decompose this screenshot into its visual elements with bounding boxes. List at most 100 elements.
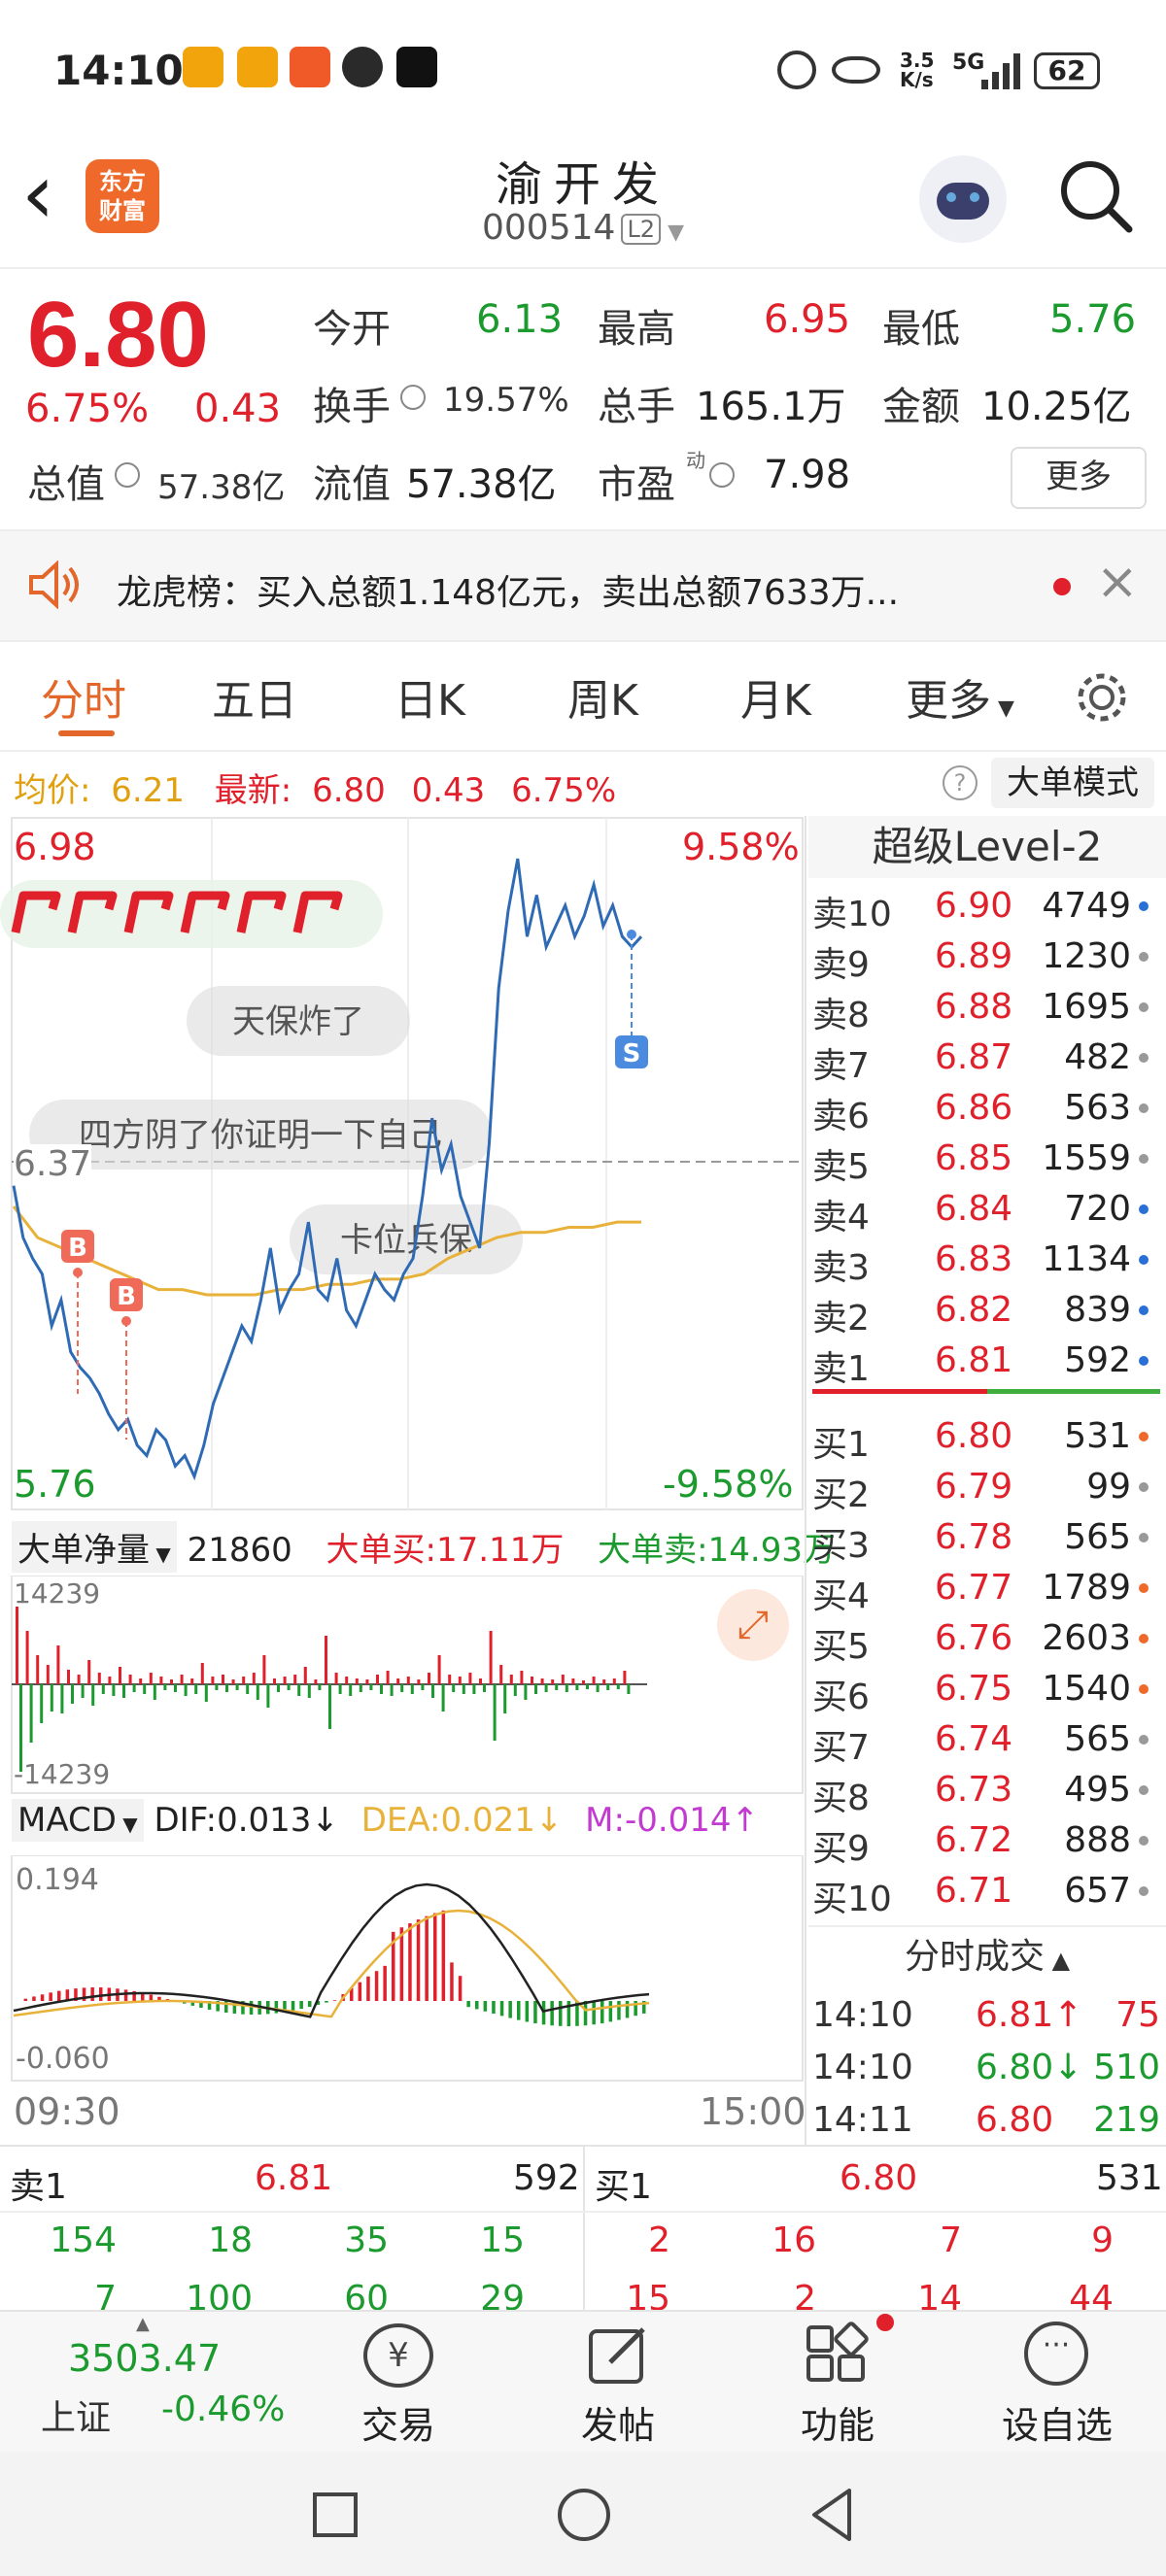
order-level[interactable]: 买8 6.73 495	[812, 1764, 1166, 1818]
level-volume: 1695	[1042, 987, 1131, 1027]
tab-more[interactable]: 更多 ▼	[906, 665, 1014, 728]
index-change[interactable]: -0.46%	[161, 2390, 285, 2429]
order-level[interactable]: 卖7 6.87 482	[812, 1032, 1166, 1086]
order-level[interactable]: 买7 6.74 565	[812, 1713, 1166, 1768]
info-icon[interactable]	[115, 462, 140, 488]
order-level[interactable]: 卖5 6.85 1559	[812, 1133, 1166, 1187]
order-level[interactable]: 卖1 6.81 592	[812, 1335, 1166, 1389]
function-icon[interactable]	[803, 2322, 873, 2390]
help-icon[interactable]: ?	[943, 765, 977, 800]
back-nav-button[interactable]	[808, 2487, 855, 2543]
level-dot	[1139, 1836, 1149, 1846]
level-dot	[1139, 1356, 1149, 1366]
stock-code[interactable]: 000514 L2 ▼	[418, 208, 748, 248]
big-order-selector[interactable]: 大单净量 ▼	[12, 1521, 177, 1573]
tab-weekly[interactable]: 周K	[567, 665, 638, 728]
level-label: 买1	[812, 1425, 870, 1465]
order-level[interactable]: 买5 6.76 2603	[812, 1612, 1166, 1667]
order-level[interactable]: 卖2 6.82 839	[812, 1284, 1166, 1339]
signal-icon	[981, 53, 1020, 89]
level-price: 6.82	[935, 1290, 1013, 1330]
big-order-mode-button[interactable]: 大单模式	[991, 758, 1154, 808]
level-dot	[1139, 1305, 1149, 1315]
mktcap-label: 总值	[27, 462, 105, 507]
expand-icon[interactable]: ⤢	[717, 1589, 789, 1661]
level2-title[interactable]: 超级Level-2	[808, 816, 1166, 878]
level-volume: 1559	[1042, 1138, 1131, 1178]
order-level[interactable]: 买2 6.79 99	[812, 1461, 1166, 1515]
info-icon[interactable]	[709, 462, 735, 488]
tab-5day[interactable]: 五日	[212, 665, 297, 728]
level-volume: 4749	[1042, 886, 1131, 926]
order-level[interactable]: 卖4 6.84 720	[812, 1183, 1166, 1237]
queue-ask-price: 6.81	[255, 2158, 333, 2198]
order-level[interactable]: 卖6 6.86 563	[812, 1082, 1166, 1136]
close-icon[interactable]: ×	[1096, 553, 1139, 611]
order-level[interactable]: 买1 6.80 531	[812, 1410, 1166, 1465]
order-level[interactable]: 买9 6.72 888	[812, 1814, 1166, 1869]
queue-order: 18	[208, 2220, 253, 2260]
order-level[interactable]: 卖9 6.89 1230	[812, 931, 1166, 985]
collapse-caret[interactable]: ▲	[136, 2314, 150, 2334]
recents-button[interactable]	[313, 2492, 358, 2537]
tick-row: 14:11 6.80 219	[812, 2094, 1166, 2145]
tab-intraday[interactable]: 分时	[41, 665, 126, 728]
trade-icon[interactable]: ¥	[363, 2323, 433, 2388]
level-volume: 565	[1064, 1719, 1131, 1759]
active-tab-indicator	[58, 730, 115, 736]
order-level[interactable]: 买3 6.78 565	[812, 1511, 1166, 1566]
level-volume: 495	[1064, 1770, 1131, 1810]
gear-icon[interactable]	[1075, 670, 1129, 725]
robot-assistant-icon[interactable]	[919, 155, 1007, 243]
tiktok-icon	[396, 47, 437, 87]
tab-monthly[interactable]: 月K	[740, 665, 811, 728]
order-level[interactable]: 买10 6.71 657	[812, 1865, 1166, 1919]
notice-text: 龙虎榜：买入总额1.148亿元，卖出总额7633万...	[117, 573, 900, 613]
level-price: 6.76	[935, 1618, 1013, 1658]
level-dot	[1139, 1634, 1149, 1644]
ticks-title[interactable]: 分时成交 ▲	[808, 1925, 1166, 1987]
tick-price: 6.80	[976, 2100, 1054, 2140]
function-label[interactable]: 功能	[760, 2395, 915, 2449]
order-level[interactable]: 买4 6.77 1789	[812, 1562, 1166, 1616]
macd-selector[interactable]: MACD ▼	[12, 1799, 144, 1842]
tab-daily[interactable]: 日K	[394, 665, 465, 728]
post-label[interactable]: 发帖	[540, 2395, 696, 2449]
level-price: 6.75	[935, 1669, 1013, 1709]
trade-label[interactable]: 交易	[321, 2395, 476, 2449]
index-value[interactable]: 3503.47	[68, 2337, 221, 2380]
level-price: 6.88	[935, 987, 1013, 1027]
level-label: 卖8	[812, 996, 870, 1035]
more-options-icon[interactable]: ···	[1024, 2322, 1088, 2386]
order-level[interactable]: 买6 6.75 1540	[812, 1663, 1166, 1717]
divider	[583, 2147, 585, 2312]
home-button[interactable]	[558, 2489, 610, 2541]
level-dot	[1139, 1886, 1149, 1896]
back-button[interactable]: ‹	[21, 153, 54, 236]
queue-bid-label: 买1	[595, 2167, 652, 2207]
comment-text: 四方阴了你证明一下自己	[79, 1116, 442, 1155]
order-level[interactable]: 卖10 6.90 4749	[812, 880, 1166, 934]
info-icon[interactable]	[400, 385, 426, 410]
post-icon[interactable]	[585, 2322, 653, 2390]
trade-marker-label: B	[117, 1282, 136, 1311]
volume-label: 总手	[598, 385, 675, 429]
notice-bar[interactable]: 龙虎榜：买入总额1.148亿元，卖出总额7633万... ×	[0, 529, 1166, 642]
order-level[interactable]: 卖8 6.88 1695	[812, 981, 1166, 1035]
level-label: 卖2	[812, 1299, 870, 1339]
search-icon[interactable]	[1057, 157, 1135, 235]
more-button[interactable]: 更多	[1011, 447, 1147, 509]
level-dot	[1139, 1583, 1149, 1593]
last-price: 6.80	[27, 283, 209, 387]
open-label: 今开	[313, 307, 391, 352]
index-name[interactable]: 上证	[41, 2390, 111, 2440]
queue-order: 9	[1091, 2220, 1114, 2260]
eastmoney-logo[interactable]: 东方 财富	[86, 159, 159, 233]
level-dot	[1139, 901, 1149, 911]
level-dot	[1139, 1002, 1149, 1012]
level-dot	[1139, 1255, 1149, 1265]
intraday-chart[interactable]: 天保炸了四方阴了你证明一下自己卡位兵保 B B S	[0, 816, 805, 1515]
order-level[interactable]: 卖3 6.83 1134	[812, 1234, 1166, 1288]
level-label: 买8	[812, 1779, 870, 1818]
watchlist-label[interactable]: 设自选	[979, 2395, 1135, 2449]
